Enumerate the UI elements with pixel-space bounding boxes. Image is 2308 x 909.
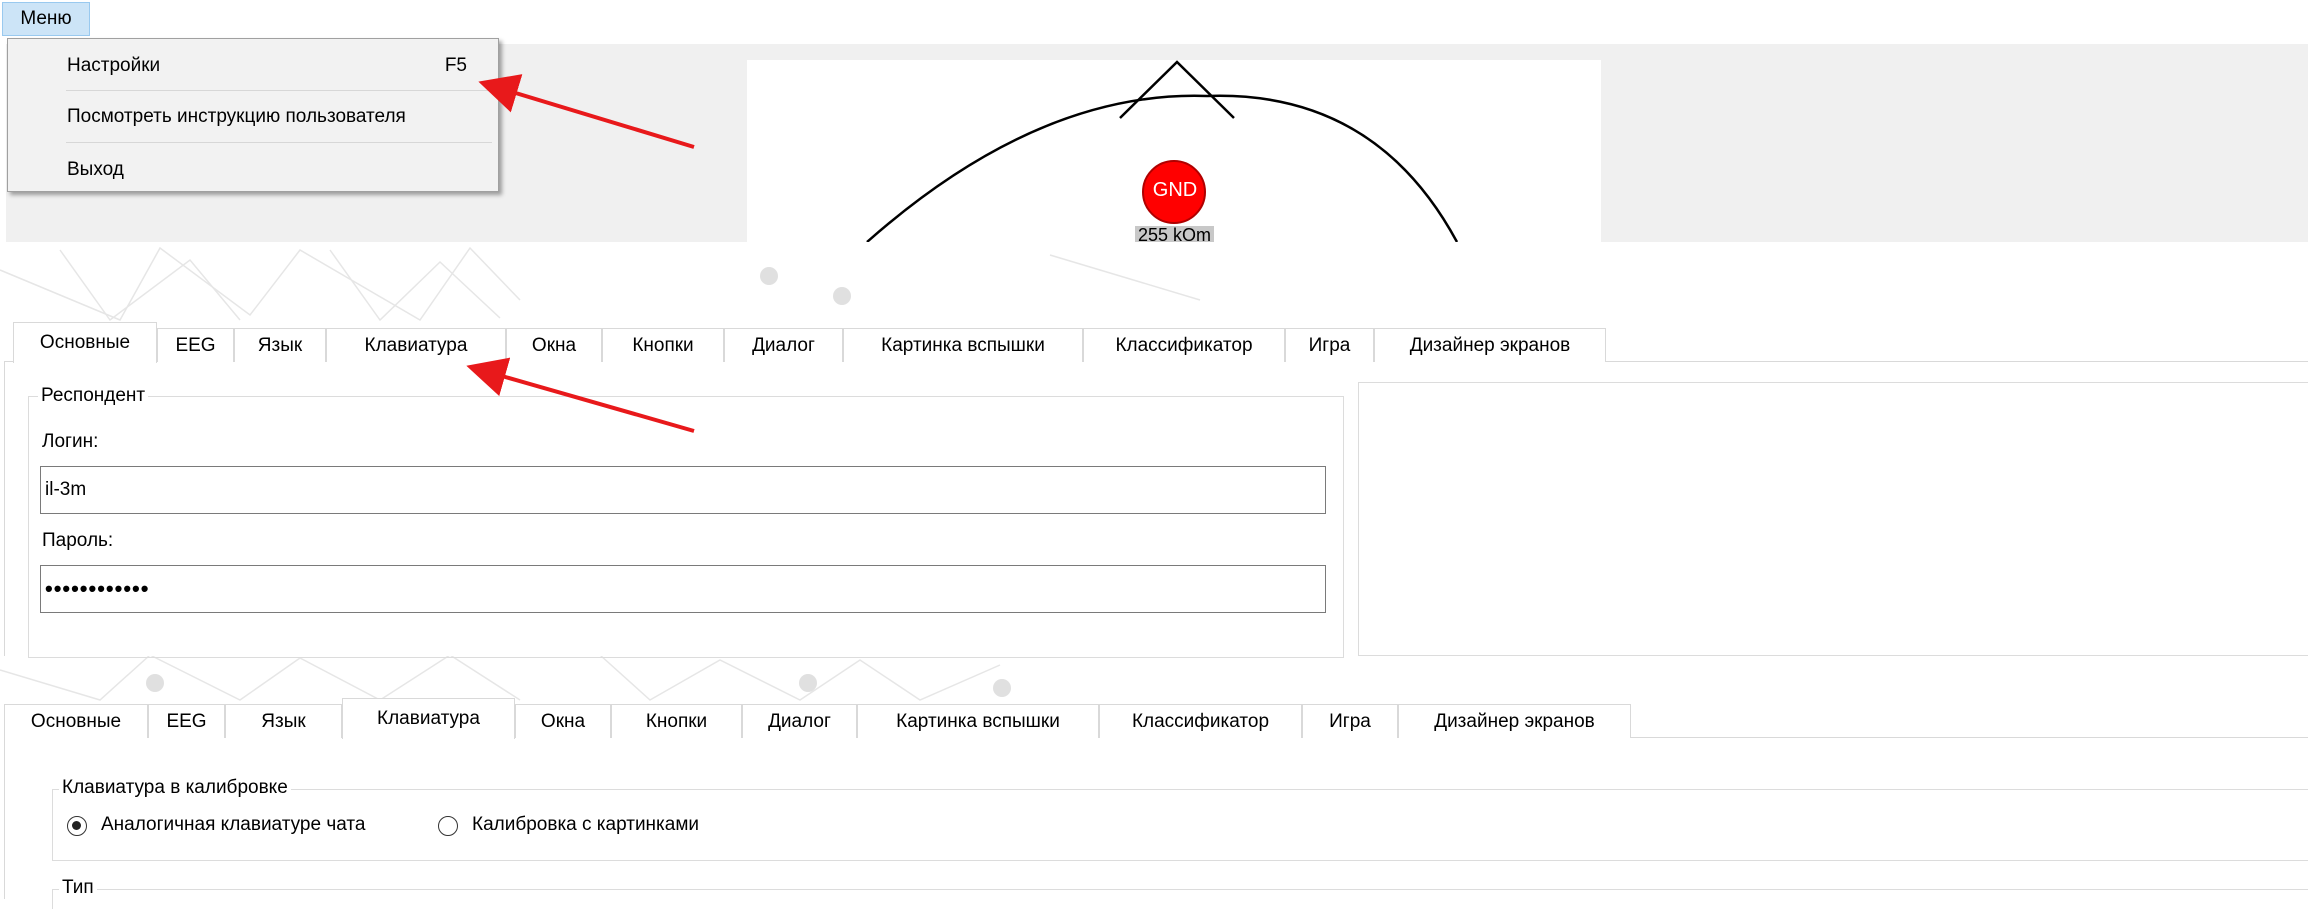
tab-label: Клавиатура xyxy=(377,708,480,729)
annotation-arrow-settings xyxy=(478,74,695,149)
tab-main[interactable]: Основные xyxy=(13,322,157,363)
tab-keyboard[interactable]: Клавиатура xyxy=(342,698,515,739)
annotation-arrows xyxy=(466,74,695,433)
tab-label: Основные xyxy=(39,332,131,353)
annotation-arrow-keyboard-tab xyxy=(466,357,695,433)
